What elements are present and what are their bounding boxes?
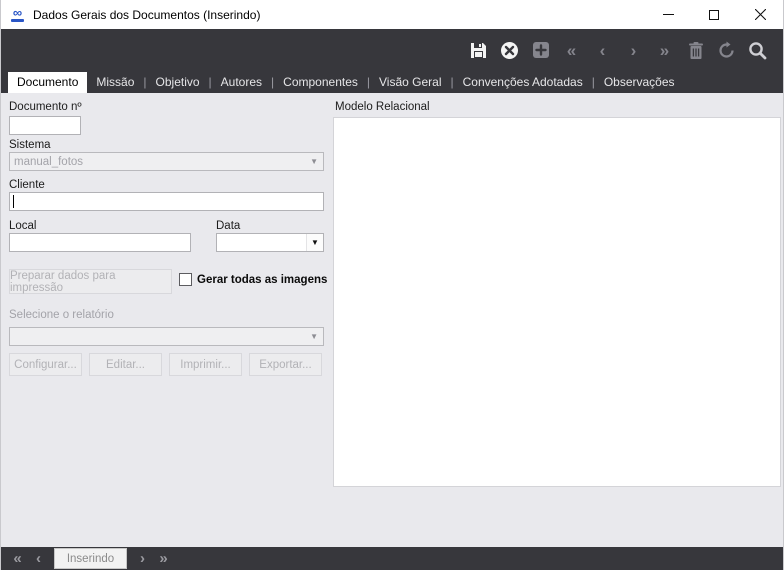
- delete-icon[interactable]: [680, 34, 711, 66]
- window-title: Dados Gerais dos Documentos (Inserindo): [33, 8, 260, 22]
- maximize-icon[interactable]: [691, 0, 737, 29]
- window-controls: [645, 0, 783, 29]
- add-icon[interactable]: [525, 34, 556, 66]
- imprimir-button[interactable]: Imprimir...: [169, 353, 242, 376]
- data-dropdown-button[interactable]: ▼: [306, 234, 323, 251]
- preparar-impressao-button[interactable]: Preparar dados para impressão: [9, 269, 172, 294]
- next-record-icon[interactable]: ›: [618, 34, 649, 66]
- titlebar: ∞ Dados Gerais dos Documentos (Inserindo…: [1, 0, 783, 29]
- app-logo-icon: ∞: [9, 6, 26, 23]
- next-record-icon[interactable]: ›: [132, 550, 153, 567]
- chevron-down-icon: ▼: [310, 332, 323, 341]
- tab-observacoes[interactable]: Observações: [595, 72, 684, 93]
- cliente-label: Cliente: [9, 179, 45, 191]
- gerar-imagens-label: Gerar todas as imagens: [197, 274, 327, 286]
- tab-objetivo[interactable]: Objetivo: [147, 72, 209, 93]
- minimize-icon[interactable]: [645, 0, 691, 29]
- chevron-down-icon: ▼: [310, 157, 323, 166]
- documento-tab-panel: Documento nº Sistema manual_fotos ▼ Clie…: [1, 93, 783, 547]
- status-bar: « ‹ Inserindo › »: [1, 547, 783, 570]
- first-record-icon[interactable]: «: [556, 34, 587, 66]
- local-input[interactable]: [9, 233, 191, 252]
- toolbar: « ‹ › »: [1, 29, 783, 71]
- cancel-icon[interactable]: [494, 34, 525, 66]
- relatorio-label: Selecione o relatório: [9, 309, 114, 321]
- sistema-value: manual_fotos: [10, 156, 310, 168]
- modelo-relacional-panel[interactable]: [333, 117, 781, 487]
- tab-bar: Documento Missão | Objetivo | Autores | …: [1, 71, 783, 93]
- text-caret: [13, 195, 14, 208]
- editar-button[interactable]: Editar...: [89, 353, 162, 376]
- cliente-input[interactable]: [9, 192, 324, 211]
- previous-record-icon[interactable]: ‹: [28, 550, 49, 567]
- tab-missao[interactable]: Missão: [87, 72, 143, 93]
- modelo-relacional-label: Modelo Relacional: [335, 101, 430, 113]
- search-icon[interactable]: [742, 34, 773, 66]
- last-record-icon[interactable]: »: [153, 550, 174, 567]
- save-icon[interactable]: [463, 34, 494, 66]
- app-window: ∞ Dados Gerais dos Documentos (Inserindo…: [0, 0, 784, 570]
- sistema-label: Sistema: [9, 139, 51, 151]
- local-label: Local: [9, 220, 37, 232]
- documento-numero-label: Documento nº: [9, 101, 82, 113]
- refresh-icon[interactable]: [711, 34, 742, 66]
- record-mode-indicator: Inserindo: [54, 548, 127, 569]
- gerar-imagens-checkbox[interactable]: [179, 273, 192, 286]
- chevron-down-icon: ▼: [311, 238, 319, 247]
- tab-autores[interactable]: Autores: [212, 72, 271, 93]
- data-label: Data: [216, 220, 240, 232]
- relatorio-dropdown: ▼: [9, 327, 324, 346]
- data-dropdown[interactable]: ▼: [216, 233, 324, 252]
- previous-record-icon[interactable]: ‹: [587, 34, 618, 66]
- exportar-button[interactable]: Exportar...: [249, 353, 322, 376]
- tab-componentes[interactable]: Componentes: [274, 72, 367, 93]
- last-record-icon[interactable]: »: [649, 34, 680, 66]
- tab-documento[interactable]: Documento: [8, 72, 87, 93]
- sistema-dropdown: manual_fotos ▼: [9, 152, 324, 171]
- tab-convencoes-adotadas[interactable]: Convenções Adotadas: [454, 72, 592, 93]
- close-icon[interactable]: [737, 0, 783, 29]
- tab-visao-geral[interactable]: Visão Geral: [370, 72, 450, 93]
- first-record-icon[interactable]: «: [7, 550, 28, 567]
- configurar-button[interactable]: Configurar...: [9, 353, 82, 376]
- documento-numero-input[interactable]: [9, 116, 81, 135]
